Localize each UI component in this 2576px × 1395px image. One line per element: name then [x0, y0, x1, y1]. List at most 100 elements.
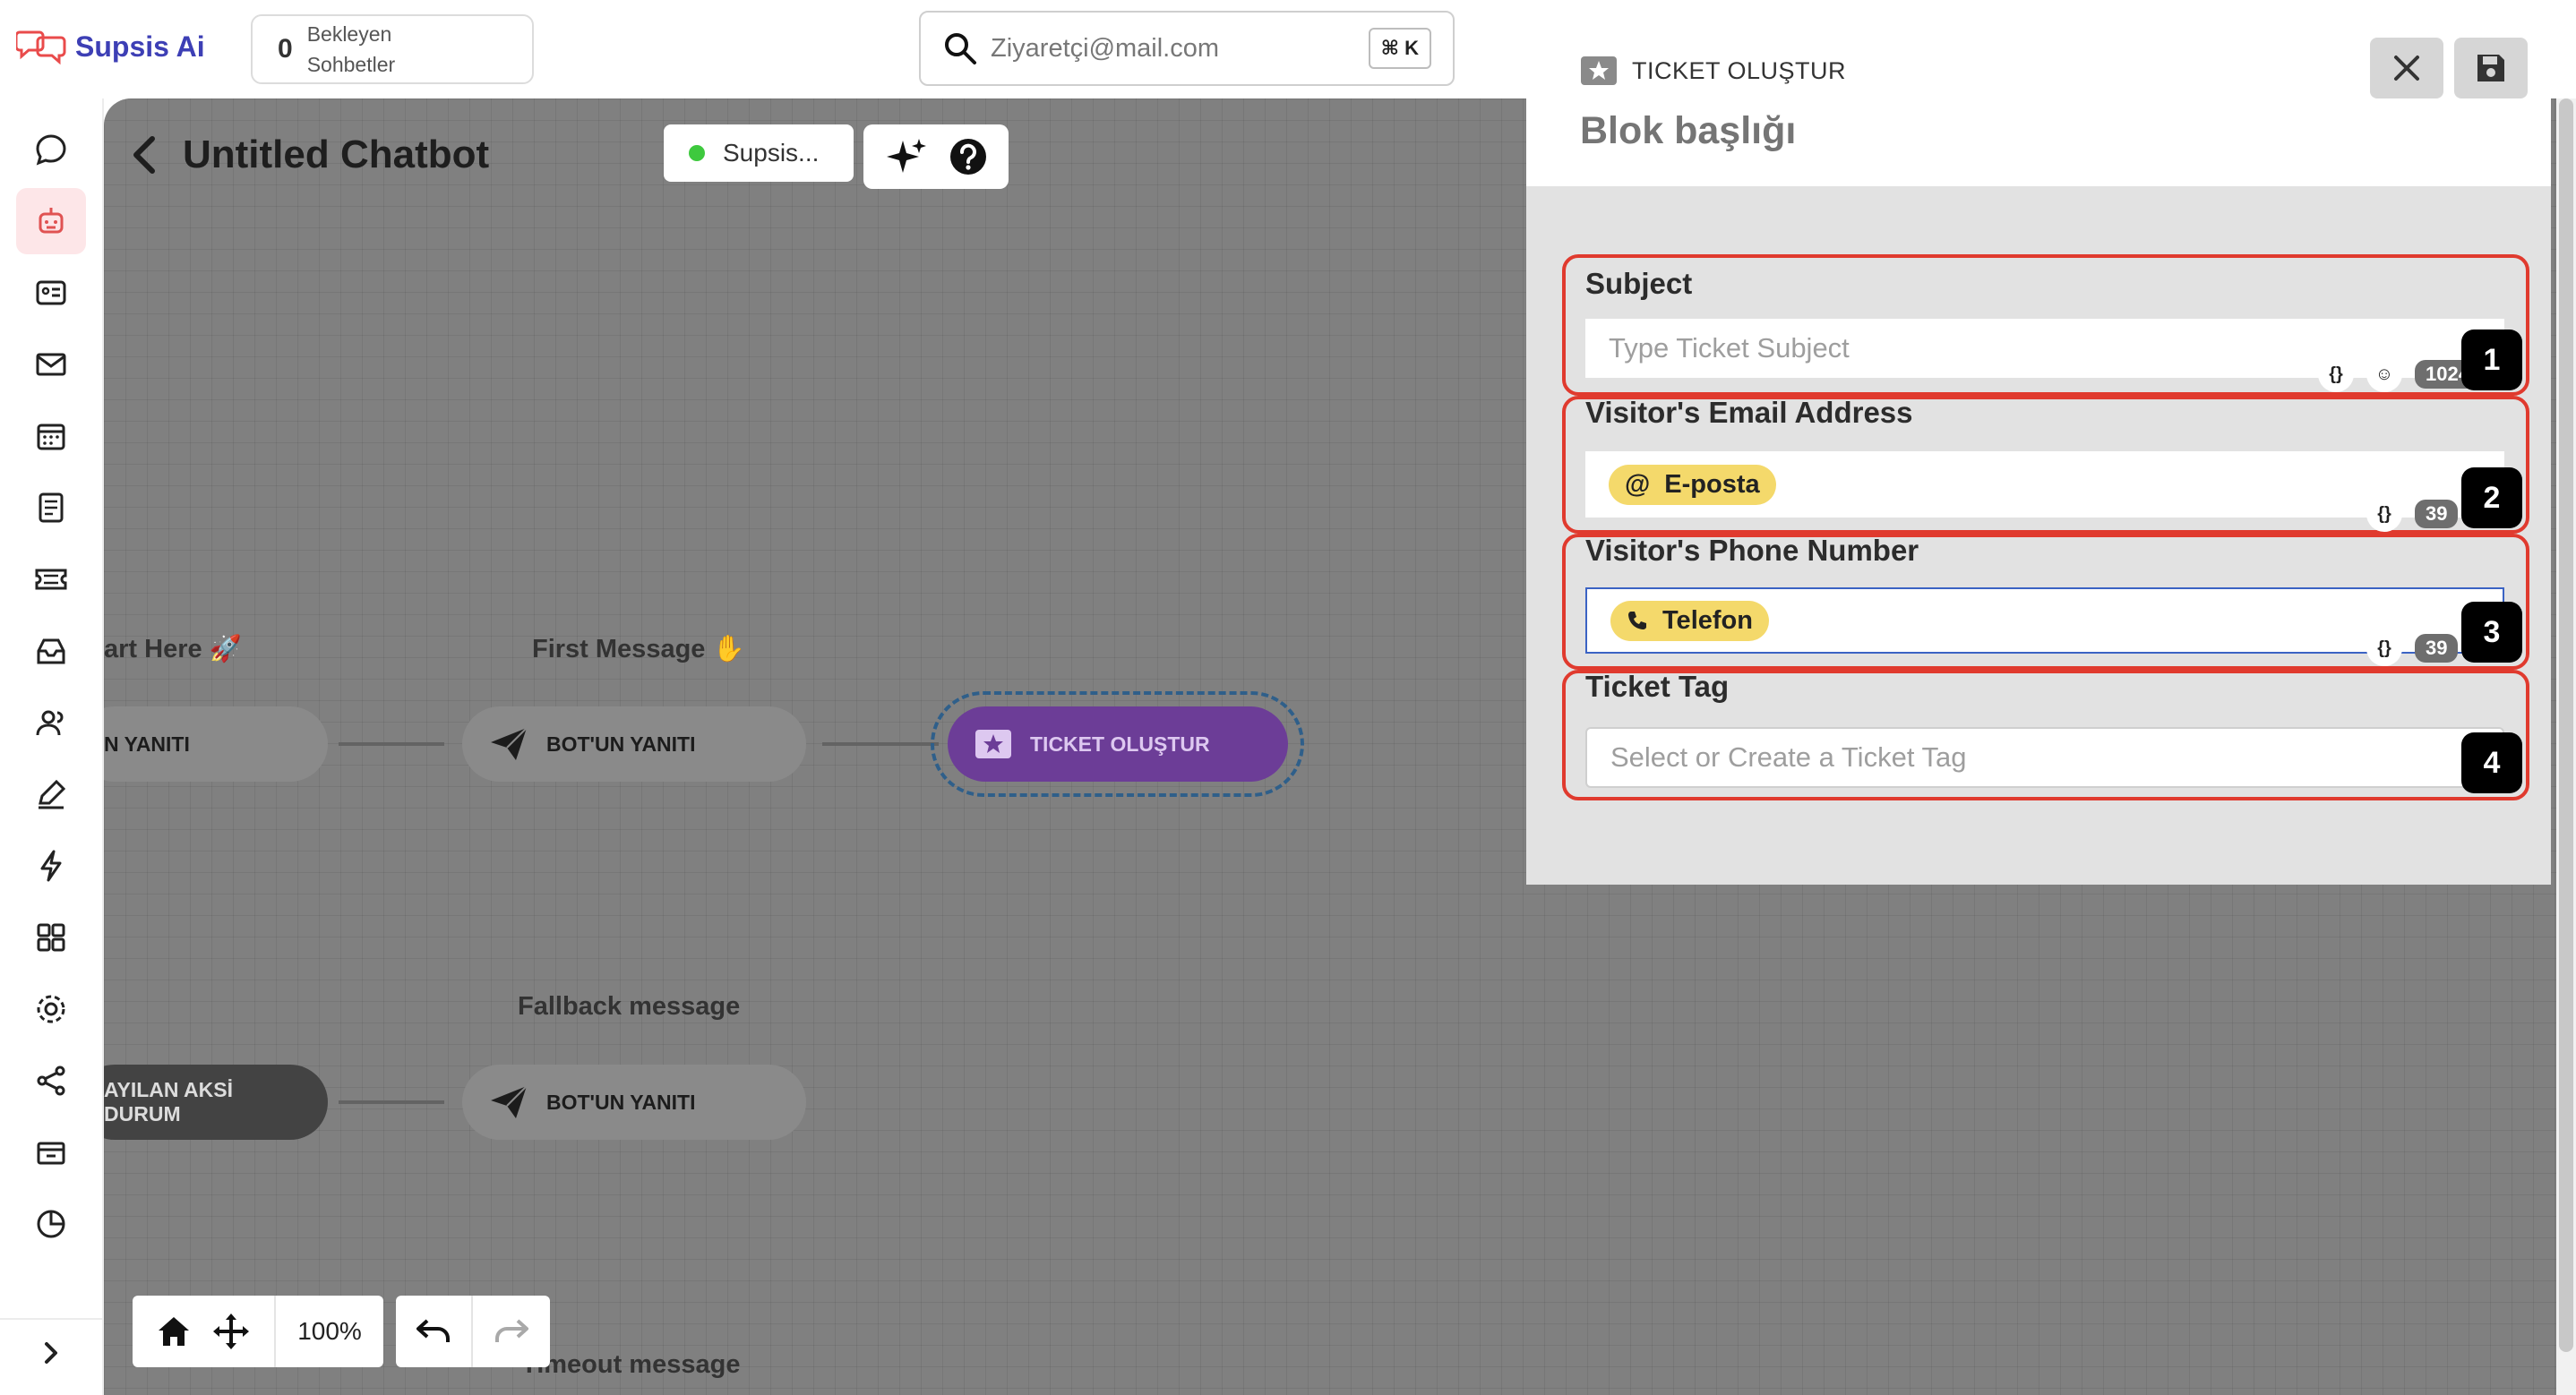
node-label: AYILAN AKSİ DURUM — [104, 1078, 233, 1125]
char-counter: 39 — [2415, 500, 2459, 528]
ticket-node[interactable]: TICKET OLUŞTUR — [948, 706, 1288, 782]
contact-card-icon[interactable] — [16, 260, 86, 326]
expand-sidebar-icon[interactable] — [16, 1320, 86, 1386]
zoom-text: 100% — [297, 1317, 362, 1345]
send-icon — [491, 727, 528, 760]
ticket-star-icon — [975, 730, 1011, 758]
variable-icon[interactable]: {} — [2366, 630, 2402, 666]
connector — [339, 1100, 444, 1104]
subject-label: Subject — [1585, 267, 1693, 300]
email-tools: {} 39 — [2366, 496, 2459, 532]
canvas-header: Untitled Chatbot — [131, 133, 489, 177]
search-input[interactable]: Ziyaretçi@mail.com — [991, 34, 1356, 64]
phone-tools: {} 39 — [2366, 630, 2459, 666]
left-sidebar — [0, 98, 104, 1395]
default-case-node[interactable]: AYILAN AKSİ DURUM — [104, 1065, 328, 1140]
notes-icon[interactable] — [16, 475, 86, 541]
ticket-star-icon — [1581, 56, 1617, 85]
help-icon[interactable] — [949, 137, 988, 176]
chat-bubble-icon[interactable] — [16, 116, 86, 183]
brand-logo[interactable]: Supsis Ai — [16, 27, 205, 66]
close-icon — [2394, 56, 2419, 81]
chip-label: Telefon — [1662, 605, 1753, 635]
chatbot-title[interactable]: Untitled Chatbot — [183, 133, 489, 177]
step-badge: 3 — [2461, 602, 2522, 663]
move-icon[interactable] — [211, 1312, 251, 1351]
ticket-tag-placeholder: Select or Create a Ticket Tag — [1610, 741, 1967, 773]
home-fit-controls — [133, 1296, 276, 1367]
search-icon — [945, 33, 976, 64]
status-selector[interactable]: Supsis... — [664, 124, 854, 182]
archive-icon[interactable] — [16, 1119, 86, 1185]
email-label: Visitor's Email Address — [1585, 396, 1913, 429]
canvas-controls: 100% — [133, 1296, 550, 1367]
pending-chats-button[interactable]: 0 Bekleyen Sohbetler — [251, 14, 534, 84]
email-field: Visitor's Email Address @ E-posta {} 39 … — [1562, 396, 2529, 534]
fallback-label: Fallback message — [518, 992, 741, 1021]
send-icon — [491, 1085, 528, 1118]
lightning-icon[interactable] — [16, 833, 86, 899]
view-controls: 100% — [133, 1296, 383, 1367]
node-label: BOT'UN YANITI — [546, 732, 696, 756]
search-bar[interactable]: Ziyaretçi@mail.com ⌘ K — [919, 11, 1455, 86]
variable-icon[interactable]: {} — [2318, 356, 2354, 392]
ticket-tag-field: Ticket Tag Select or Create a Ticket Tag… — [1562, 670, 2529, 800]
chart-icon[interactable] — [16, 1191, 86, 1257]
settings-icon[interactable] — [16, 976, 86, 1042]
subject-placeholder: Type Ticket Subject — [1609, 332, 1850, 364]
connector — [339, 742, 444, 746]
subject-tools: {} ☺ 1024 — [2318, 356, 2480, 392]
sparkle-icon[interactable] — [885, 135, 928, 178]
block-settings-panel: TICKET OLUŞTUR Blok başlığı Subject Type… — [1526, 25, 2551, 885]
brand-name: Supsis Ai — [75, 30, 205, 63]
start-reply-node[interactable]: N YANITI — [104, 706, 328, 782]
email-variable-chip[interactable]: @ E-posta — [1609, 464, 1776, 505]
grid-icon[interactable] — [16, 904, 86, 971]
step-badge: 4 — [2461, 732, 2522, 793]
node-label: TICKET OLUŞTUR — [1030, 732, 1210, 756]
mail-icon[interactable] — [16, 331, 86, 398]
at-icon: @ — [1625, 469, 1651, 499]
step-badge: 2 — [2461, 467, 2522, 528]
char-counter: 39 — [2415, 634, 2459, 663]
phone-variable-chip[interactable]: Telefon — [1610, 600, 1769, 641]
undo-button[interactable] — [396, 1296, 473, 1367]
inbox-icon[interactable] — [16, 618, 86, 684]
timeout-label: Timeout message — [521, 1350, 741, 1379]
status-label: Supsis... — [723, 139, 820, 167]
canvas-tools — [863, 124, 1009, 189]
node-label: N YANITI — [104, 732, 190, 756]
users-icon[interactable] — [16, 689, 86, 756]
edit-icon[interactable] — [16, 761, 86, 827]
subject-field: Subject Type Ticket Subject {} ☺ 1024 1 — [1562, 254, 2529, 396]
redo-button[interactable] — [473, 1296, 550, 1367]
close-button[interactable] — [2370, 38, 2443, 98]
phone-icon — [1628, 612, 1646, 629]
chip-label: E-posta — [1664, 469, 1760, 499]
share-icon[interactable] — [16, 1048, 86, 1114]
first-message-label: First Message ✋ — [532, 635, 745, 663]
history-controls — [396, 1296, 550, 1367]
page-scrollbar[interactable] — [2556, 98, 2576, 1395]
block-title-input[interactable]: Blok başlığı — [1580, 109, 1796, 153]
node-label: BOT'UN YANITI — [546, 1090, 696, 1114]
bot-reply-node[interactable]: BOT'UN YANITI — [462, 1065, 806, 1140]
variable-icon[interactable]: {} — [2366, 496, 2402, 532]
zoom-level[interactable]: 100% — [276, 1296, 383, 1367]
phone-label: Visitor's Phone Number — [1585, 534, 1919, 567]
undo-icon — [416, 1319, 450, 1342]
search-shortcut: ⌘ K — [1368, 28, 1431, 69]
logo-icon — [16, 30, 66, 65]
block-type-label: TICKET OLUŞTUR — [1632, 56, 1847, 84]
back-arrow-icon[interactable] — [131, 135, 158, 175]
home-icon[interactable] — [156, 1314, 192, 1348]
bot-icon[interactable] — [16, 188, 86, 254]
emoji-icon[interactable]: ☺ — [2366, 356, 2402, 392]
save-button[interactable] — [2454, 38, 2528, 98]
bot-reply-node[interactable]: BOT'UN YANITI — [462, 706, 806, 782]
calendar-icon[interactable] — [16, 403, 86, 469]
ticket-tag-select[interactable]: Select or Create a Ticket Tag — [1585, 727, 2504, 788]
ticket-icon[interactable] — [16, 546, 86, 612]
save-icon — [2477, 55, 2504, 81]
scrollbar-thumb[interactable] — [2559, 98, 2573, 1352]
